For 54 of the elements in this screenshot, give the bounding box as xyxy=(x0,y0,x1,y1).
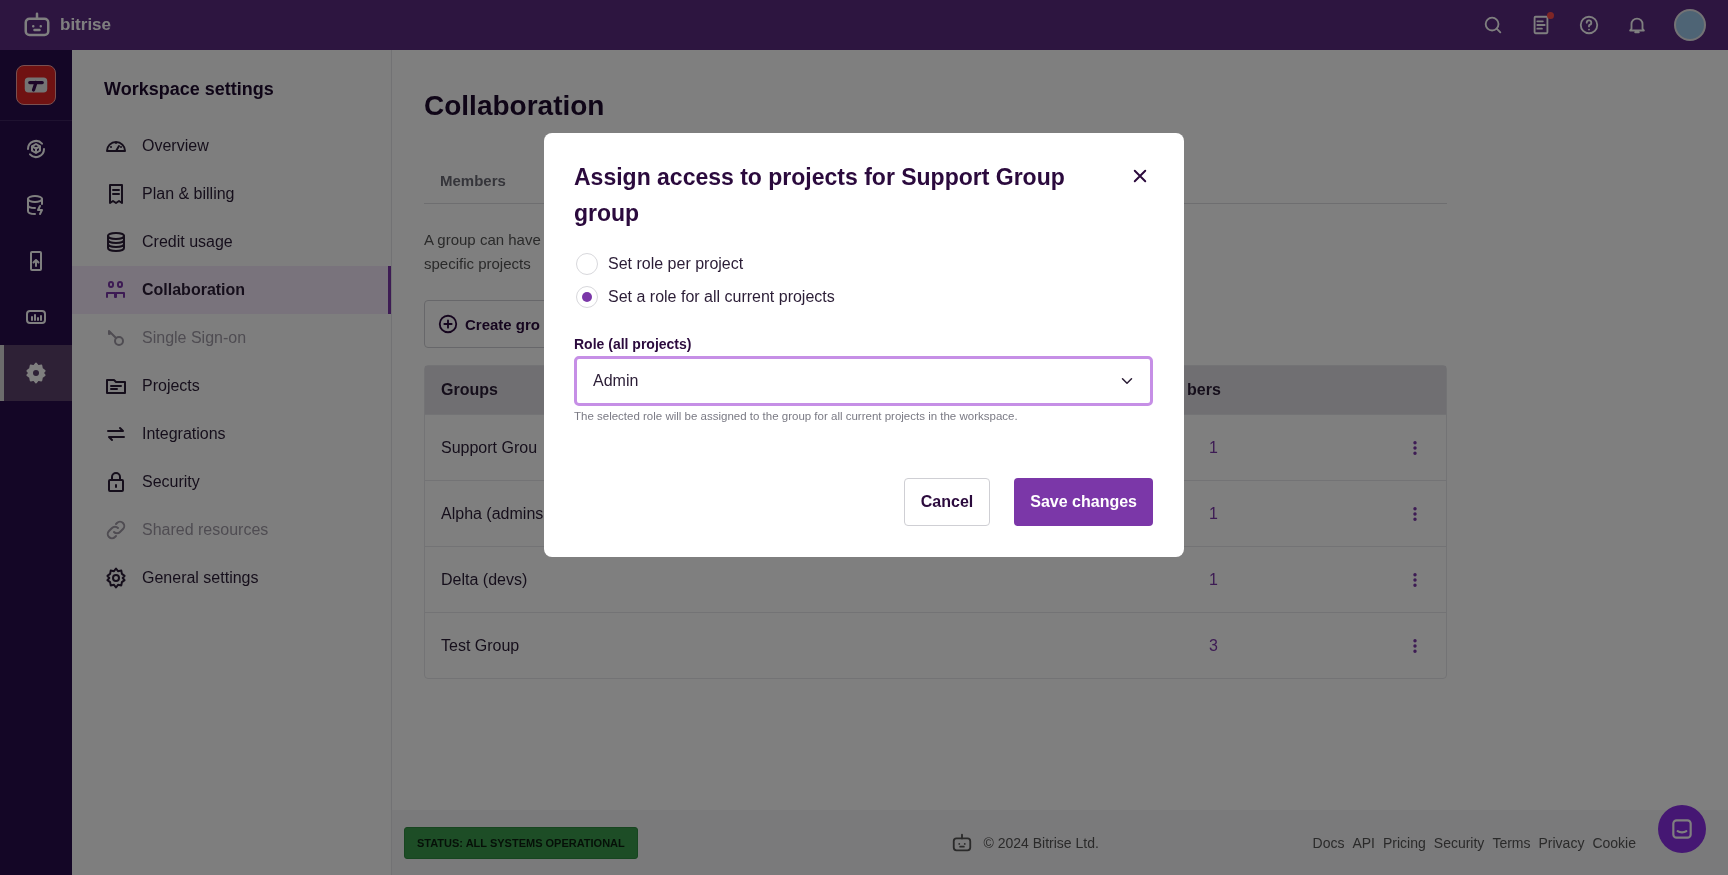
plus-circle-icon xyxy=(437,313,459,335)
save-button[interactable]: Save changes xyxy=(1014,478,1153,526)
member-count[interactable]: 1 xyxy=(1187,438,1327,457)
role-select[interactable]: Admin xyxy=(574,356,1153,406)
footer-link[interactable]: Docs xyxy=(1312,834,1345,851)
radio-label[interactable]: Set role per project xyxy=(608,255,744,273)
workspace-logo-icon[interactable] xyxy=(16,65,56,105)
column-header: bers xyxy=(1187,381,1222,399)
search-icon[interactable] xyxy=(1482,14,1504,36)
group-name: Delta (devs) xyxy=(440,570,529,589)
settings-icon xyxy=(104,566,128,590)
helper-text: The selected role will be assigned to the group for all current projects in the workspace. xyxy=(574,410,1019,422)
footer-link[interactable]: Privacy xyxy=(1538,834,1585,851)
group-name: Test Group xyxy=(440,636,521,655)
column-header: Groups xyxy=(440,381,499,399)
brand-name[interactable]: bitrise xyxy=(60,15,112,35)
page-title: Collaboration xyxy=(424,90,606,122)
sidebar-item[interactable]: Credit usage xyxy=(72,218,391,266)
cube-cycle-icon xyxy=(24,137,48,161)
footer-link[interactable]: Security xyxy=(1433,834,1485,851)
chat-icon xyxy=(1669,816,1695,842)
sidebar-item[interactable]: Collaboration xyxy=(72,266,391,314)
help-icon[interactable] xyxy=(1578,14,1600,36)
description-text: specific projects xyxy=(424,254,531,274)
tab[interactable]: Members xyxy=(440,160,506,203)
radio-button[interactable] xyxy=(576,286,598,308)
close-icon[interactable] xyxy=(1131,167,1149,185)
sidebar-item[interactable]: Integrations xyxy=(72,410,391,458)
coins-icon xyxy=(104,230,128,254)
copyright-text: © 2024 Bitrise Ltd. xyxy=(983,834,1099,851)
avatar-icon[interactable] xyxy=(1674,9,1706,41)
group-name: Alpha (admins xyxy=(440,504,545,523)
sidebar-item[interactable]: Plan & billing xyxy=(72,170,391,218)
footer-link[interactable]: Terms xyxy=(1492,834,1531,851)
radio-button[interactable] xyxy=(576,253,598,275)
link-icon xyxy=(104,518,128,542)
member-count[interactable]: 3 xyxy=(1187,636,1327,655)
member-count[interactable]: 1 xyxy=(1187,570,1327,589)
sidebar-item[interactable]: Overview xyxy=(72,122,391,170)
footer-link[interactable]: Cookie xyxy=(1592,834,1636,851)
modal-title: Assign access to projects for Support Group group xyxy=(574,163,1066,228)
footer-link[interactable]: API xyxy=(1352,834,1375,851)
sidebar-item[interactable]: General settings xyxy=(72,554,391,602)
settings-icon xyxy=(24,361,48,385)
footer-link[interactable]: Pricing xyxy=(1383,834,1426,851)
cancel-button[interactable]: Cancel xyxy=(903,478,991,526)
rail-item[interactable] xyxy=(0,345,72,401)
description-text: A group can have xyxy=(424,230,541,250)
sidebar-item[interactable]: Security xyxy=(72,458,391,506)
group-name: Support Grou xyxy=(440,438,539,457)
member-count[interactable]: 1 xyxy=(1187,504,1327,523)
sidebar-item[interactable]: Projects xyxy=(72,362,391,410)
sidebar-title: Workspace settings xyxy=(104,79,275,100)
robot-logo-icon xyxy=(951,831,974,854)
